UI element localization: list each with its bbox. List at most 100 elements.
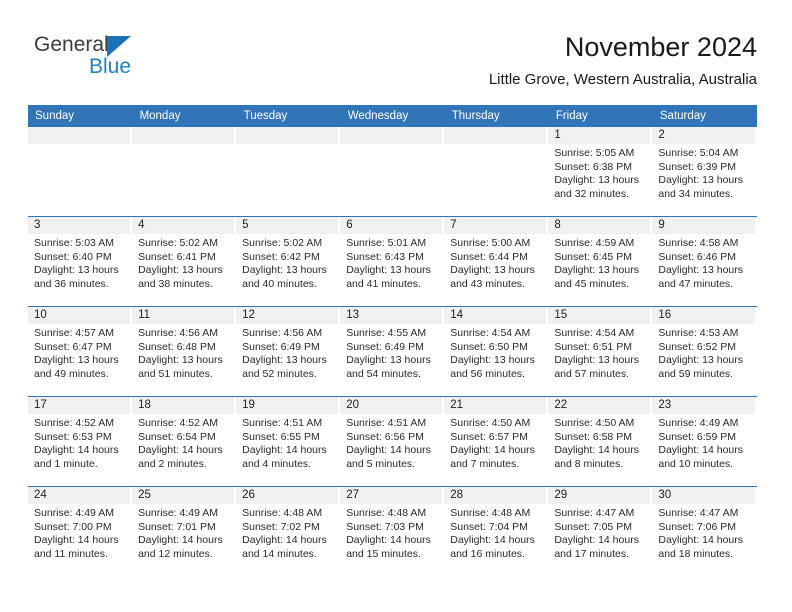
calendar-cell-day[interactable]: 1 Sunrise: 5:05 AM Sunset: 6:38 PM Daylight… [548, 127, 653, 217]
day-detail-sunset: Sunset: 6:44 PM [450, 250, 528, 263]
day-details: Sunrise: 4:48 AM Sunset: 7:02 PM Daylight:… [236, 504, 340, 561]
day-detail-daylight2: and 56 minutes. [450, 367, 525, 380]
calendar-cell-day[interactable]: 11 Sunrise: 4:56 AM Sunset: 6:48 PM Dayligh… [132, 306, 237, 397]
calendar-cell-inner: 18 Sunrise: 4:52 AM Sunset: 6:54 PM Dayligh… [132, 397, 236, 486]
day-detail-sunset: Sunset: 6:59 PM [658, 430, 737, 443]
day-detail-sunrise: Sunrise: 4:58 AM [658, 237, 739, 249]
day-detail-sunrise: Sunrise: 4:51 AM [346, 417, 427, 429]
calendar-cell-day[interactable]: 16 Sunrise: 4:53 AM Sunset: 6:52 PM Dayligh… [652, 306, 757, 397]
day-detail-sunrise: Sunrise: 4:52 AM [138, 417, 219, 429]
day-detail-daylight1: Daylight: 13 hours [658, 354, 744, 367]
calendar-cell-day[interactable]: 27 Sunrise: 4:48 AM Sunset: 7:03 PM Dayligh… [340, 486, 445, 576]
calendar-cell-inner: 10 Sunrise: 4:57 AM Sunset: 6:47 PM Dayligh… [28, 307, 132, 396]
calendar-cell-day[interactable]: 22 Sunrise: 4:50 AM Sunset: 6:58 PM Dayligh… [548, 396, 653, 487]
day-detail-daylight1: Daylight: 13 hours [554, 354, 639, 367]
logo-text-blue: Blue [89, 55, 132, 78]
weekday-header-thursday: Thursday [444, 105, 549, 127]
calendar-cell-day[interactable]: 15 Sunrise: 4:54 AM Sunset: 6:51 PM Dayligh… [548, 306, 653, 397]
day-detail-sunset: Sunset: 7:01 PM [138, 520, 216, 533]
calendar-cell-day[interactable]: 28 Sunrise: 4:48 AM Sunset: 7:04 PM Dayligh… [444, 486, 549, 576]
logo-text-general: General [34, 33, 109, 56]
day-details: Sunrise: 4:58 AM Sunset: 6:46 PM Daylight:… [652, 234, 756, 291]
day-detail-daylight1: Daylight: 13 hours [138, 264, 223, 277]
day-details: Sunrise: 4:49 AM Sunset: 7:01 PM Daylight:… [132, 504, 236, 561]
calendar-cell-day[interactable]: 4 Sunrise: 5:02 AM Sunset: 6:41 PM Daylight… [132, 216, 237, 307]
calendar-cell-day[interactable]: 23 Sunrise: 4:49 AM Sunset: 6:59 PM Dayligh… [652, 396, 757, 487]
day-detail-sunrise: Sunrise: 4:56 AM [242, 327, 323, 339]
calendar-cell-day[interactable]: 2 Sunrise: 5:04 AM Sunset: 6:39 PM Daylight… [652, 127, 757, 217]
calendar-cell-day[interactable]: 5 Sunrise: 5:02 AM Sunset: 6:42 PM Daylight… [236, 216, 341, 307]
calendar-cell-inner: 12 Sunrise: 4:56 AM Sunset: 6:49 PM Dayligh… [236, 307, 340, 396]
day-detail-daylight2: and 12 minutes. [138, 547, 213, 560]
calendar-cell-day[interactable]: 7 Sunrise: 5:00 AM Sunset: 6:44 PM Daylight… [444, 216, 549, 307]
calendar-cell-day[interactable]: 17 Sunrise: 4:52 AM Sunset: 6:53 PM Dayligh… [28, 396, 133, 487]
day-detail-daylight1: Daylight: 13 hours [242, 354, 327, 367]
day-number [132, 127, 235, 144]
calendar-cell-inner: 15 Sunrise: 4:54 AM Sunset: 6:51 PM Dayligh… [548, 307, 652, 396]
calendar-cell-inner: 24 Sunrise: 4:49 AM Sunset: 7:00 PM Dayligh… [28, 487, 132, 576]
calendar-cell-day[interactable]: 20 Sunrise: 4:51 AM Sunset: 6:56 PM Dayligh… [340, 396, 445, 487]
day-detail-daylight2: and 57 minutes. [554, 367, 630, 380]
day-details: Sunrise: 4:51 AM Sunset: 6:56 PM Daylight:… [340, 414, 444, 471]
calendar-cell-day[interactable]: 30 Sunrise: 4:47 AM Sunset: 7:06 PM Dayligh… [652, 486, 757, 576]
day-detail-daylight1: Daylight: 14 hours [34, 444, 119, 457]
calendar-cell-inner: 11 Sunrise: 4:56 AM Sunset: 6:48 PM Dayligh… [132, 307, 236, 396]
calendar-cell-day[interactable]: 8 Sunrise: 4:59 AM Sunset: 6:45 PM Daylight… [548, 216, 653, 307]
day-detail-sunrise: Sunrise: 4:55 AM [346, 327, 427, 339]
day-details: Sunrise: 5:00 AM Sunset: 6:44 PM Daylight:… [444, 234, 548, 291]
calendar-cell-day[interactable]: 21 Sunrise: 4:50 AM Sunset: 6:57 PM Dayligh… [444, 396, 549, 487]
day-number: 5 [236, 217, 339, 234]
day-detail-daylight1: Daylight: 13 hours [138, 354, 223, 367]
calendar-cell-day[interactable]: 3 Sunrise: 5:03 AM Sunset: 6:40 PM Daylight… [28, 216, 133, 307]
calendar-cell-day[interactable]: 25 Sunrise: 4:49 AM Sunset: 7:01 PM Dayligh… [132, 486, 237, 576]
day-detail-sunrise: Sunrise: 4:49 AM [34, 507, 114, 519]
calendar-cell-day[interactable]: 10 Sunrise: 4:57 AM Sunset: 6:47 PM Dayligh… [28, 306, 133, 397]
day-detail-sunrise: Sunrise: 4:56 AM [138, 327, 219, 339]
general-blue-logo[interactable]: General Blue [34, 33, 214, 81]
day-number: 21 [444, 397, 547, 414]
weekday-header-tuesday: Tuesday [236, 105, 341, 127]
day-detail-daylight2: and 45 minutes. [554, 277, 630, 290]
day-detail-sunrise: Sunrise: 4:48 AM [242, 507, 323, 519]
day-detail-daylight2: and 41 minutes. [346, 277, 421, 290]
day-number: 22 [548, 397, 651, 414]
day-detail-daylight2: and 16 minutes. [450, 547, 525, 560]
day-detail-daylight2: and 18 minutes. [658, 547, 734, 560]
calendar-cell-day[interactable]: 14 Sunrise: 4:54 AM Sunset: 6:50 PM Dayligh… [444, 306, 549, 397]
day-detail-daylight2: and 15 minutes. [346, 547, 421, 560]
day-detail-sunrise: Sunrise: 4:50 AM [554, 417, 635, 429]
day-detail-daylight2: and 47 minutes. [658, 277, 734, 290]
day-detail-sunrise: Sunrise: 5:02 AM [138, 237, 219, 249]
day-details: Sunrise: 4:56 AM Sunset: 6:49 PM Daylight:… [236, 324, 340, 381]
day-detail-sunset: Sunset: 6:40 PM [34, 250, 112, 263]
calendar-cell-day[interactable]: 9 Sunrise: 4:58 AM Sunset: 6:46 PM Daylight… [652, 216, 757, 307]
day-details [340, 144, 444, 147]
day-details: Sunrise: 4:50 AM Sunset: 6:58 PM Daylight:… [548, 414, 652, 471]
calendar-cell-day[interactable]: 18 Sunrise: 4:52 AM Sunset: 6:54 PM Dayligh… [132, 396, 237, 487]
day-detail-sunrise: Sunrise: 4:57 AM [34, 327, 114, 339]
calendar-cell-day[interactable]: 6 Sunrise: 5:01 AM Sunset: 6:43 PM Daylight… [340, 216, 445, 307]
day-number [28, 127, 131, 144]
day-detail-sunset: Sunset: 6:55 PM [242, 430, 320, 443]
day-detail-sunrise: Sunrise: 4:54 AM [554, 327, 635, 339]
calendar-cell-inner: 17 Sunrise: 4:52 AM Sunset: 6:53 PM Dayligh… [28, 397, 132, 486]
calendar-cell-day[interactable]: 29 Sunrise: 4:47 AM Sunset: 7:05 PM Dayligh… [548, 486, 653, 576]
calendar-cell-inner: 20 Sunrise: 4:51 AM Sunset: 6:56 PM Dayligh… [340, 397, 444, 486]
calendar-cell-day[interactable]: 13 Sunrise: 4:55 AM Sunset: 6:49 PM Dayligh… [340, 306, 445, 397]
calendar-cell-day[interactable]: 19 Sunrise: 4:51 AM Sunset: 6:55 PM Dayligh… [236, 396, 341, 487]
calendar-cell-day[interactable]: 12 Sunrise: 4:56 AM Sunset: 6:49 PM Dayligh… [236, 306, 341, 397]
calendar-cell-inner: 6 Sunrise: 5:01 AM Sunset: 6:43 PM Daylight… [340, 217, 444, 306]
day-number: 3 [28, 217, 131, 234]
day-detail-daylight1: Daylight: 14 hours [346, 444, 431, 457]
day-number: 11 [132, 307, 235, 324]
calendar-cell-empty [28, 127, 133, 217]
day-details [444, 144, 548, 147]
day-number: 24 [28, 487, 131, 504]
day-detail-daylight2: and 49 minutes. [34, 367, 109, 380]
page-subtitle: Little Grove, Western Australia, Austral… [488, 71, 757, 88]
calendar-cell-day[interactable]: 24 Sunrise: 4:49 AM Sunset: 7:00 PM Dayligh… [28, 486, 133, 576]
day-details: Sunrise: 4:48 AM Sunset: 7:04 PM Daylight:… [444, 504, 548, 561]
calendar-cell-day[interactable]: 26 Sunrise: 4:48 AM Sunset: 7:02 PM Dayligh… [236, 486, 341, 576]
day-detail-daylight1: Daylight: 14 hours [554, 534, 639, 547]
calendar-cell-inner: 25 Sunrise: 4:49 AM Sunset: 7:01 PM Dayligh… [132, 487, 236, 576]
